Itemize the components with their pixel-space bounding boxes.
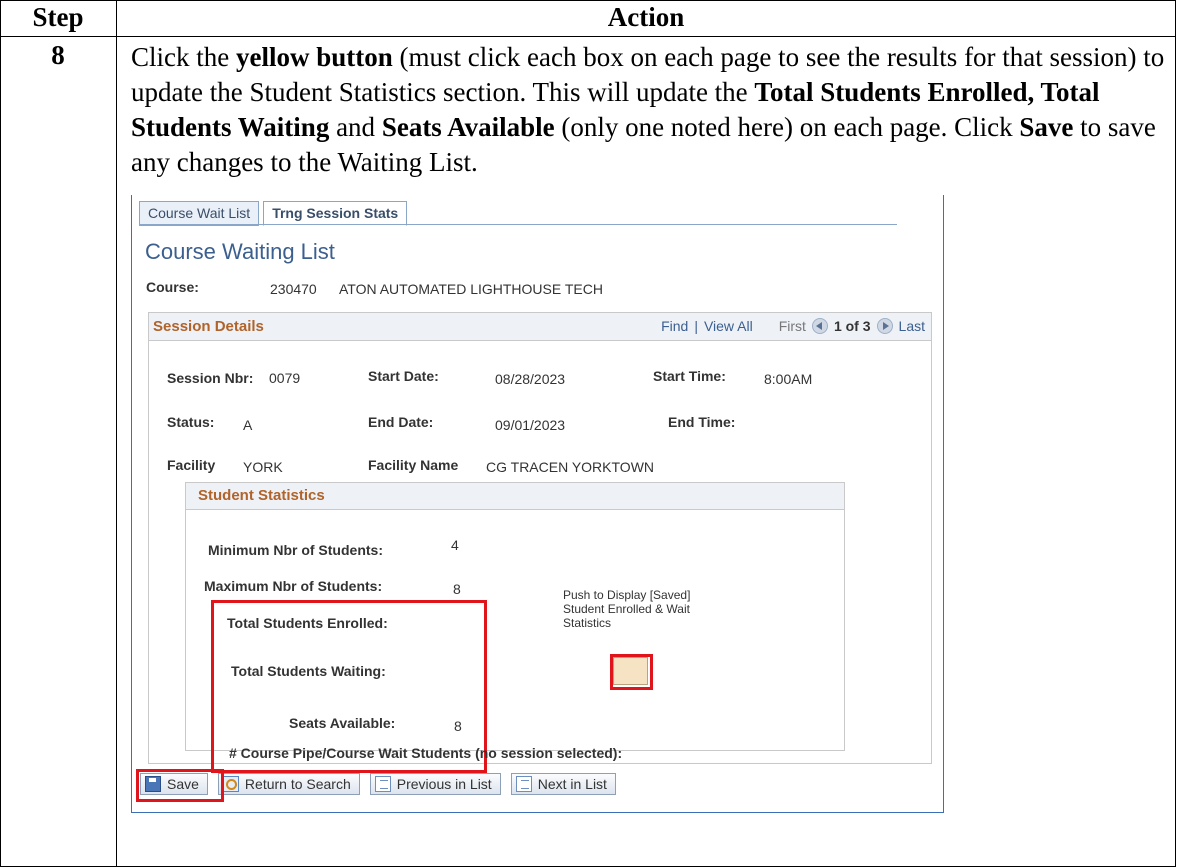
next-list-icon — [515, 776, 532, 792]
step-number: 8 — [51, 40, 65, 70]
previous-arrow-icon[interactable] — [811, 318, 828, 334]
end-date-label: End Date: — [368, 414, 434, 430]
last-link[interactable]: Last — [899, 318, 925, 334]
find-link[interactable]: Find — [661, 318, 688, 334]
table-border-left — [0, 0, 1, 867]
total-waiting-label: Total Students Waiting: — [231, 663, 386, 679]
session-nav: Find | View All First 1 of 3 Last — [661, 318, 925, 334]
tab-bar: Course Wait List Trng Session Stats — [139, 201, 411, 226]
end-date-value: 09/01/2023 — [495, 417, 566, 433]
min-students-value: 4 — [451, 537, 459, 553]
session-details-title: Session Details — [153, 318, 264, 335]
facility-name-label: Facility Name — [368, 457, 459, 473]
course-label: Course: — [146, 279, 199, 295]
max-students-value: 8 — [453, 581, 461, 597]
peoplesoft-screenshot: Course Wait List Trng Session Stats Cour… — [131, 195, 944, 815]
max-students-label: Maximum Nbr of Students: — [204, 578, 383, 594]
push-to-display-text: Push to Display [Saved] Student Enrolled… — [563, 588, 691, 630]
pipe-students-label: # Course Pipe/Course Wait Students (no s… — [229, 745, 623, 761]
status-value: A — [243, 417, 253, 433]
student-statistics-title: Student Statistics — [198, 487, 325, 504]
tab-underline — [139, 224, 897, 225]
return-search-icon — [222, 776, 239, 792]
tab-course-wait-list[interactable]: Course Wait List — [139, 201, 260, 226]
action-column-header: Action — [607, 2, 685, 32]
session-details-header: Session Details Find | View All First 1 … — [149, 313, 931, 341]
facility-name-value: CG TRACEN YORKTOWN — [486, 459, 655, 475]
start-date-value: 08/28/2023 — [495, 371, 566, 387]
previous-label: Previous in List — [396, 776, 492, 792]
next-arrow-icon[interactable] — [876, 318, 893, 334]
tab-trng-session-stats[interactable]: Trng Session Stats — [263, 201, 408, 226]
previous-list-icon — [374, 776, 391, 792]
status-label: Status: — [167, 414, 215, 430]
first-link[interactable]: First — [779, 318, 806, 334]
return-to-search-button[interactable]: Return to Search — [217, 773, 360, 795]
previous-in-list-button[interactable]: Previous in List — [369, 773, 501, 795]
step-column-header: Step — [32, 2, 84, 32]
column-divider — [116, 0, 117, 867]
start-time-label: Start Time: — [653, 368, 726, 384]
start-date-label: Start Date: — [368, 368, 439, 384]
course-id: 230470 — [270, 281, 317, 297]
table-border-top — [0, 0, 1176, 1]
end-time-label: End Time: — [668, 414, 736, 430]
table-border-right — [1175, 0, 1176, 867]
next-in-list-button[interactable]: Next in List — [510, 773, 616, 795]
course-name: ATON AUTOMATED LIGHTHOUSE TECH — [339, 281, 603, 297]
session-nbr-label: Session Nbr: — [167, 370, 254, 386]
next-label: Next in List — [537, 776, 607, 792]
seats-available-label: Seats Available: — [289, 715, 396, 731]
instruction-text: Click the yellow button (must click each… — [131, 42, 1165, 177]
view-all-link[interactable]: View All — [704, 318, 753, 334]
session-nbr-value: 0079 — [269, 370, 301, 386]
push-statistics-button[interactable] — [613, 657, 648, 685]
row-position: 1 of 3 — [833, 318, 871, 334]
page-title: Course Waiting List — [145, 239, 335, 264]
header-divider — [0, 36, 1176, 37]
total-enrolled-label: Total Students Enrolled: — [227, 615, 388, 631]
start-time-value: 8:00AM — [764, 371, 813, 387]
table-border-bottom — [0, 866, 1176, 867]
min-students-label: Minimum Nbr of Students: — [208, 542, 383, 558]
nav-separator: | — [694, 318, 698, 334]
save-highlight-box — [136, 769, 224, 802]
student-statistics-header: Student Statistics — [186, 483, 844, 510]
return-label: Return to Search — [244, 776, 351, 792]
seats-available-value: 8 — [454, 718, 462, 734]
facility-value: YORK — [243, 459, 283, 475]
facility-label: Facility — [167, 457, 216, 473]
